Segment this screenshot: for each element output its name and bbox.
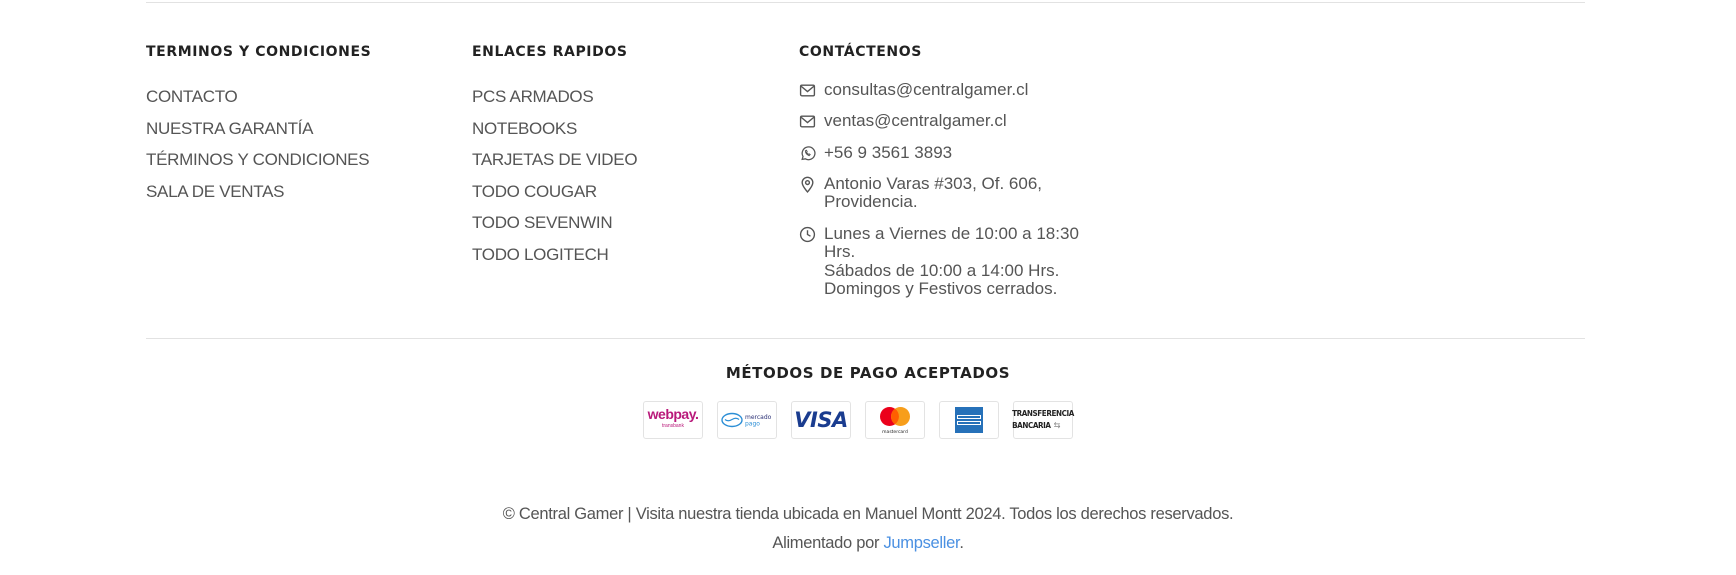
top-divider xyxy=(146,2,1585,3)
phone-text: +56 9 3561 3893 xyxy=(824,142,953,162)
location-pin-icon xyxy=(801,176,814,193)
terms-heading: TERMINOS Y CONDICIONES xyxy=(146,44,372,60)
amex-logo xyxy=(939,401,999,439)
terms-column: TERMINOS Y CONDICIONES CONTACTO NUESTRA … xyxy=(146,40,371,207)
link-todo-sevenwin[interactable]: TODO SEVENWIN xyxy=(472,207,637,239)
link-contacto[interactable]: CONTACTO xyxy=(146,81,371,113)
quick-links: PCS ARMADOS NOTEBOOKS TARJETAS DE VIDEO … xyxy=(472,81,638,271)
clock-icon xyxy=(799,226,816,242)
powered-by-line: Alimentado por Jumpseller. xyxy=(0,534,1736,553)
email-2-text: ventas@centralgamer.cl xyxy=(824,111,1007,131)
contact-hours: Lunes a Viernes de 10:00 a 18:30 Hrs. Sá… xyxy=(799,223,1079,299)
contact-email-1[interactable]: consultas@centralgamer.cl xyxy=(799,80,1079,100)
payment-methods: webpay. transbank mercado pago VISA maste… xyxy=(643,401,1074,439)
whatsapp-icon xyxy=(801,145,816,160)
mercadopago-icon: mercado pago xyxy=(721,412,772,428)
svg-text:pago: pago xyxy=(745,421,760,428)
contact-column: CONTÁCTENOS consultas@centralgamer.cl ve… xyxy=(799,40,1079,311)
powered-by-prefix: Alimentado por xyxy=(772,534,880,552)
copyright-icon: © xyxy=(502,505,515,523)
link-todo-logitech[interactable]: TODO LOGITECH xyxy=(472,239,637,271)
link-tarjetas-de-video[interactable]: TARJETAS DE VIDEO xyxy=(472,144,638,176)
jumpseller-link[interactable]: Jumpseller xyxy=(883,534,959,552)
transfer-line-1: TRANSFERENCIA xyxy=(1012,409,1074,418)
middle-divider xyxy=(146,338,1585,339)
transfer-arrows-icon: ⇆ xyxy=(1053,421,1061,431)
powered-by-suffix: . xyxy=(959,534,964,552)
copyright-line: © Central Gamer | Visita nuestra tienda … xyxy=(0,505,1736,524)
link-sala-de-ventas[interactable]: SALA DE VENTAS xyxy=(146,176,371,208)
address-text: Antonio Varas #303, Of. 606, Providencia… xyxy=(824,173,1042,212)
contact-whatsapp[interactable]: +56 9 3561 3893 xyxy=(799,142,1079,163)
contact-email-2[interactable]: ventas@centralgamer.cl xyxy=(799,112,1079,131)
visa-label: VISA xyxy=(794,408,848,432)
contact-heading: CONTÁCTENOS xyxy=(799,44,922,60)
svg-text:mastercard: mastercard xyxy=(882,429,908,435)
link-terminos-y-condiciones[interactable]: TÉRMINOS Y CONDICIONES xyxy=(146,144,371,176)
contact-list: consultas@centralgamer.cl ventas@central… xyxy=(799,80,1079,299)
envelope-icon xyxy=(799,84,816,97)
hours-text: Lunes a Viernes de 10:00 a 18:30 Hrs. Sá… xyxy=(824,223,1079,299)
email-1-text: consultas@centralgamer.cl xyxy=(824,80,1029,99)
transfer-line-2: BANCARIA xyxy=(1012,421,1051,430)
link-nuestra-garantia[interactable]: NUESTRA GARANTÍA xyxy=(146,113,371,145)
mercadopago-logo: mercado pago xyxy=(717,401,777,439)
link-pcs-armados[interactable]: PCS ARMADOS xyxy=(472,81,637,113)
copyright-text: Central Gamer | Visita nuestra tienda ub… xyxy=(518,505,1234,523)
terms-links: CONTACTO NUESTRA GARANTÍA TÉRMINOS Y CON… xyxy=(146,81,371,207)
webpay-logo: webpay. transbank xyxy=(643,401,703,439)
link-todo-cougar[interactable]: TODO COUGAR xyxy=(472,176,637,208)
envelope-icon xyxy=(799,115,816,128)
payment-methods-title: MÉTODOS DE PAGO ACEPTADOS xyxy=(725,364,1011,382)
bank-transfer-logo: TRANSFERENCIA BANCARIA ⇆ xyxy=(1012,401,1074,439)
contact-address: Antonio Varas #303, Of. 606, Providencia… xyxy=(799,173,1079,212)
mastercard-icon: mastercard xyxy=(880,407,910,435)
visa-logo: VISA xyxy=(791,401,851,439)
amex-icon xyxy=(955,407,983,433)
quick-links-heading: ENLACES RAPIDOS xyxy=(472,44,628,60)
quick-links-column: ENLACES RAPIDOS PCS ARMADOS NOTEBOOKS TA… xyxy=(472,40,638,271)
link-notebooks[interactable]: NOTEBOOKS xyxy=(472,113,637,145)
mastercard-logo: mastercard xyxy=(865,401,925,439)
